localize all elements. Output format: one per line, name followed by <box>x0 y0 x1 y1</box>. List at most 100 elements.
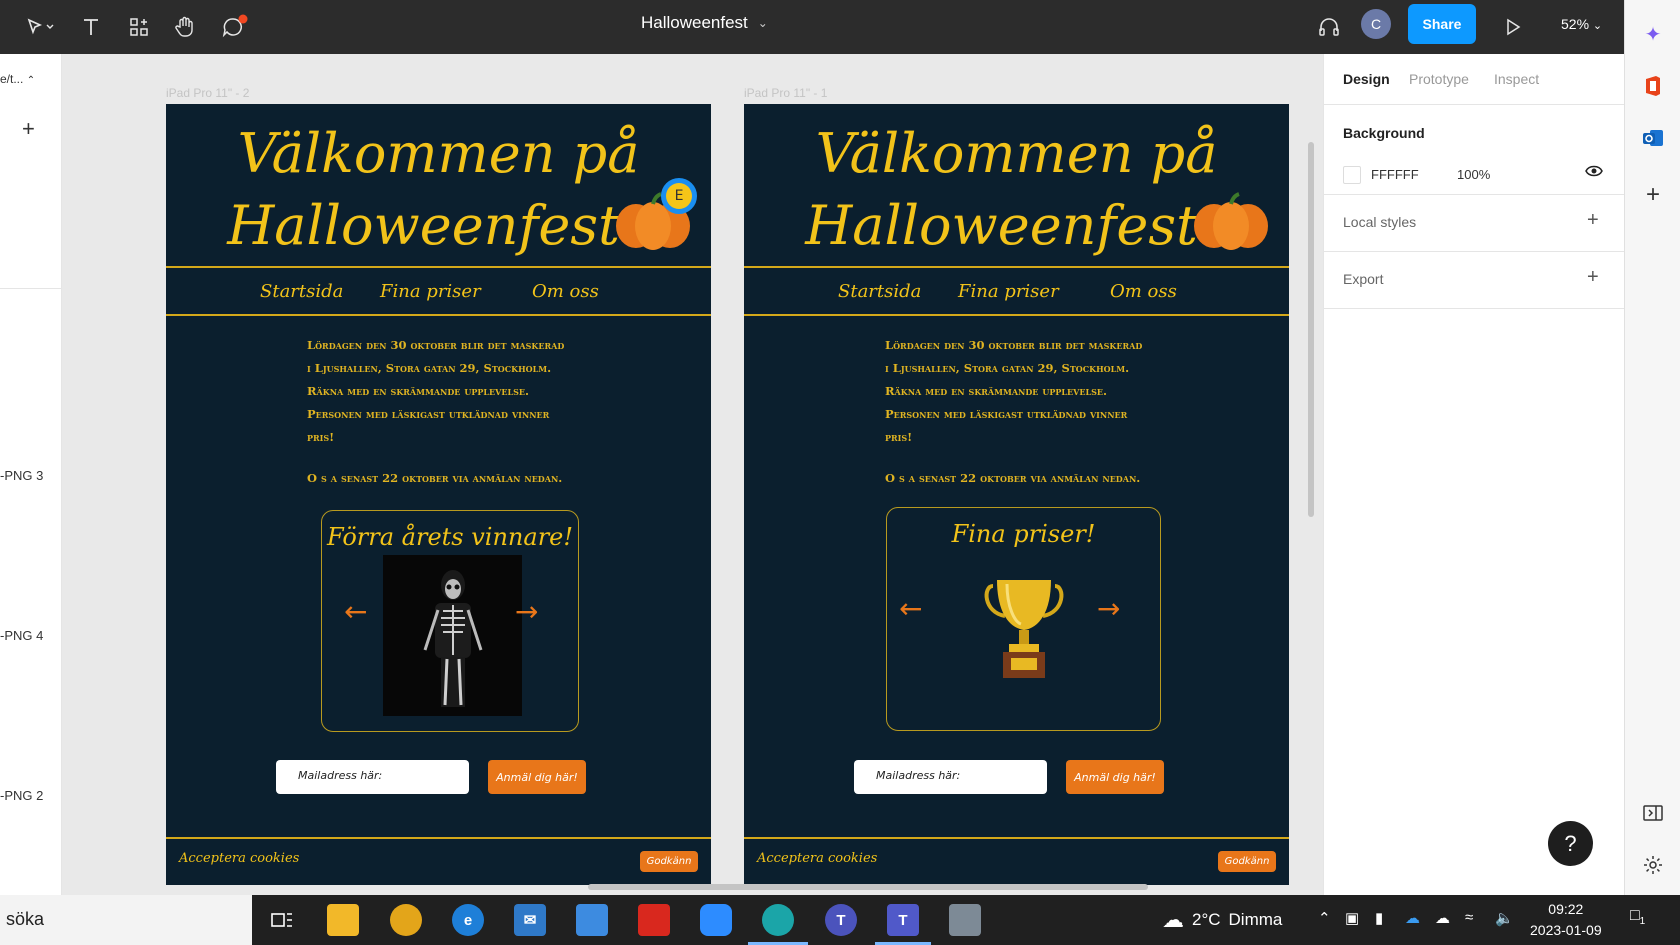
wifi-icon[interactable]: ≈ <box>1465 909 1473 926</box>
properties-panel: Design Prototype Inspect Background FFFF… <box>1323 54 1625 895</box>
add-page-icon[interactable]: + <box>22 116 35 142</box>
copilot-sparkle-icon[interactable]: ✦ <box>1641 22 1665 46</box>
notification-center-icon[interactable]: □1 <box>1630 907 1645 927</box>
file-explorer-icon[interactable] <box>327 904 359 936</box>
mail-icon[interactable]: ✉ <box>514 904 546 936</box>
layer-item[interactable]: -PNG 2 <box>0 788 43 803</box>
text-tool-icon[interactable] <box>74 10 108 44</box>
eye-icon[interactable] <box>1585 164 1603 178</box>
volume-icon[interactable]: 🔈 <box>1495 909 1514 927</box>
hand-tool-icon[interactable] <box>168 10 202 44</box>
vertical-scrollbar[interactable] <box>1308 142 1314 517</box>
taskbar-search[interactable]: söka <box>0 895 252 945</box>
tab-prototype[interactable]: Prototype <box>1409 71 1469 87</box>
collaborator-initial: E <box>666 183 692 209</box>
cookie-banner: Acceptera cookies Godkänn <box>744 837 1289 885</box>
cookie-text: Acceptera cookies <box>179 851 300 866</box>
accept-cookies-button[interactable]: Godkänn <box>640 851 698 872</box>
arrow-right-icon[interactable]: → <box>1097 592 1120 625</box>
weather-desc: Dimma <box>1228 910 1283 929</box>
frame-ipad-2[interactable]: Välkommen på Halloweenfest E Startsida F… <box>166 104 711 885</box>
zoom-app-icon[interactable] <box>700 904 732 936</box>
battery-icon[interactable]: ▮ <box>1375 909 1383 927</box>
description-line: Lördagen den 30 oktober blir det maskera… <box>885 338 1143 352</box>
background-opacity-input[interactable]: 100% <box>1457 167 1490 182</box>
signup-button[interactable]: Anmäl dig här! <box>1066 760 1164 794</box>
cloud-icon: ☁ <box>1162 907 1184 932</box>
frame-label[interactable]: iPad Pro 11" - 2 <box>166 86 249 100</box>
sidebar-collapse-icon[interactable] <box>1641 801 1665 825</box>
nav-startsida[interactable]: Startsida <box>838 281 921 302</box>
tab-design[interactable]: Design <box>1343 71 1390 87</box>
clock-date: 2023-01-09 <box>1530 922 1602 938</box>
camera-icon[interactable]: ▣ <box>1345 909 1359 927</box>
canvas[interactable]: iPad Pro 11" - 2 Välkommen på Halloweenf… <box>62 54 1323 895</box>
signup-button[interactable]: Anmäl dig här! <box>488 760 586 794</box>
clock[interactable]: 09:22 2023-01-09 <box>1530 899 1602 941</box>
notepad-icon[interactable] <box>949 904 981 936</box>
arrow-right-icon[interactable]: → <box>515 595 538 628</box>
weather-widget[interactable]: ☁ 2°C Dimma <box>1162 907 1282 933</box>
nav-startsida[interactable]: Startsida <box>260 281 343 302</box>
share-button[interactable]: Share <box>1408 4 1476 44</box>
nav-fina-priser[interactable]: Fina priser <box>958 281 1059 302</box>
user-avatar[interactable]: C <box>1361 9 1391 39</box>
help-button[interactable]: ? <box>1548 821 1593 866</box>
internet-explorer-icon[interactable]: e <box>452 904 484 936</box>
present-play-icon[interactable] <box>1500 10 1526 44</box>
teams-work-icon[interactable]: T <box>887 904 919 936</box>
layer-item[interactable]: -PNG 4 <box>0 628 43 643</box>
task-view-icon[interactable] <box>266 904 298 936</box>
file-title[interactable]: Halloweenfest ⌄ <box>641 13 768 33</box>
nav-om-oss[interactable]: Om oss <box>1110 281 1177 302</box>
move-tool-icon[interactable] <box>20 10 60 44</box>
gift-icon[interactable] <box>638 904 670 936</box>
add-local-style-icon[interactable]: + <box>1587 209 1599 232</box>
description-line: pris! <box>885 430 913 444</box>
edge-sidebar: ✦ + <box>1624 0 1680 895</box>
chevron-up-icon[interactable]: ⌃ <box>1318 909 1331 927</box>
collaborator-avatar[interactable]: E <box>661 178 697 214</box>
chrome-icon[interactable] <box>390 904 422 936</box>
components-tool-icon[interactable] <box>122 10 156 44</box>
email-input[interactable]: Mailadress här: <box>854 760 1047 794</box>
layer-item[interactable]: -PNG 3 <box>0 468 43 483</box>
rsvp-text: O s a senast 22 oktober via anmälan neda… <box>307 471 563 485</box>
comment-tool-icon[interactable] <box>216 10 256 44</box>
background-color-swatch[interactable] <box>1343 166 1361 184</box>
edge-icon[interactable] <box>762 904 794 936</box>
zoom-dropdown[interactable]: 52% ⌄ <box>1561 16 1602 32</box>
tab-inspect[interactable]: Inspect <box>1494 71 1539 87</box>
onedrive-personal-icon[interactable]: ☁ <box>1435 909 1450 927</box>
accept-cookies-button[interactable]: Godkänn <box>1218 851 1276 872</box>
add-export-icon[interactable]: + <box>1587 266 1599 289</box>
carousel-title: Fina priser! <box>951 520 1096 548</box>
prizes-carousel: Fina priser! ← → <box>886 507 1161 731</box>
outlook-icon[interactable] <box>1641 126 1665 150</box>
nav-om-oss[interactable]: Om oss <box>532 281 599 302</box>
teams-icon[interactable]: T <box>825 904 857 936</box>
settings-gear-icon[interactable] <box>1641 853 1665 877</box>
description-line: Räkna med en skrämmande upplevelse. <box>307 384 529 398</box>
file-title-text: Halloweenfest <box>641 13 748 32</box>
background-hex-input[interactable]: FFFFFF <box>1371 167 1419 182</box>
onedrive-icon[interactable]: ☁ <box>1405 909 1420 927</box>
weather-temp: 2°C <box>1192 910 1221 929</box>
frame-ipad-1[interactable]: Välkommen på Halloweenfest Startsida Fin… <box>744 104 1289 885</box>
background-section-title: Background <box>1343 125 1425 141</box>
store-icon[interactable] <box>576 904 608 936</box>
nav-fina-priser[interactable]: Fina priser <box>380 281 481 302</box>
frame-label[interactable]: iPad Pro 11" - 1 <box>744 86 827 100</box>
page-breadcrumb[interactable]: e/t... ⌃ <box>0 72 35 86</box>
office-icon[interactable] <box>1641 74 1665 98</box>
arrow-left-icon[interactable]: ← <box>899 592 922 625</box>
description-line: Personen med läskigast utklädnad vinner <box>307 407 550 421</box>
email-input[interactable]: Mailadress här: <box>276 760 469 794</box>
headphones-icon[interactable] <box>1314 10 1344 44</box>
description-line: Personen med läskigast utklädnad vinner <box>885 407 1128 421</box>
horizontal-scrollbar[interactable] <box>588 884 1148 890</box>
add-sidebar-app-icon[interactable]: + <box>1641 181 1665 208</box>
chevron-down-icon: ⌄ <box>757 16 768 30</box>
clock-time: 09:22 <box>1548 901 1584 917</box>
arrow-left-icon[interactable]: ← <box>344 595 367 628</box>
